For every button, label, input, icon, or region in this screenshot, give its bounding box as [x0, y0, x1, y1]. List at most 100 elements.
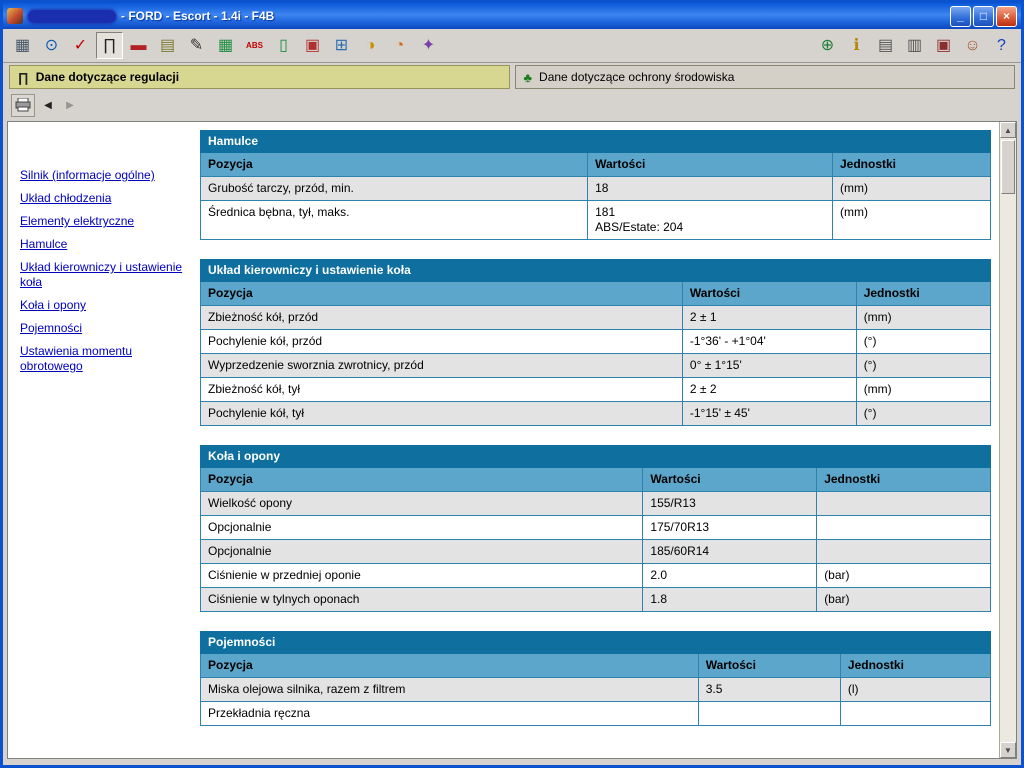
info-button[interactable]: ℹ: [843, 32, 870, 59]
table-cell: (bar): [817, 564, 991, 588]
sidebar-item-4[interactable]: Układ kierowniczy i ustawienie koła: [20, 260, 188, 290]
monitor-icon: ▣: [305, 38, 320, 54]
column-header: Jednostki: [856, 282, 990, 306]
checklist-button[interactable]: ✓: [67, 32, 94, 59]
main-content: Silnik (informacje ogólne) Układ chłodzen…: [7, 121, 1017, 759]
globe-button[interactable]: ⊕: [814, 32, 841, 59]
table-cell: 155/R13: [643, 492, 817, 516]
table-cell: 18: [588, 177, 833, 201]
scroll-up-button[interactable]: ▲: [1000, 122, 1016, 138]
sidebar-item-5[interactable]: Koła i opony: [20, 298, 188, 313]
vertical-scrollbar[interactable]: ▲ ▼: [999, 122, 1016, 758]
abs-button[interactable]: ABS: [241, 32, 268, 59]
minimize-button[interactable]: _: [950, 6, 971, 27]
toolbar-left-group: ▦⊙✓∏▬▤✎▦ABS▯▣⊞◑◔✦: [9, 32, 442, 59]
table-cell: 2 ± 2: [682, 378, 856, 402]
table-cell: 185/60R14: [643, 540, 817, 564]
scroll-up-icon: ▲: [1004, 126, 1012, 135]
print-button[interactable]: [11, 94, 35, 117]
sidebar-item-2[interactable]: Elementy elektryczne: [20, 214, 188, 229]
nav-forward-button[interactable]: ▶: [61, 95, 79, 115]
table-cell: Miska olejowa silnika, razem z filtrem: [201, 678, 699, 702]
column-header: Jednostki: [840, 654, 990, 678]
table-cell: -1°15' ± 45': [682, 402, 856, 426]
table-cell: Wielkość opony: [201, 492, 643, 516]
table-title-row: Układ kierowniczy i ustawienie koła: [201, 260, 991, 282]
diagram-button[interactable]: ▦: [212, 32, 239, 59]
table-cell: (°): [856, 402, 990, 426]
table-row: Opcjonalnie175/70R13: [201, 516, 991, 540]
gauge-button[interactable]: ◔: [386, 32, 413, 59]
ruler-button[interactable]: ▤: [154, 32, 181, 59]
table-cell: Ciśnienie w przedniej oponie: [201, 564, 643, 588]
table-cell: Wyprzedzenie sworznia zwrotnicy, przód: [201, 354, 683, 378]
gauge-icon: ◔: [395, 38, 405, 54]
app-icon: [7, 8, 23, 24]
tab-bar: ∏ Dane dotyczące regulacji ♣ Dane dotycz…: [3, 63, 1021, 91]
windows-icon: ⊞: [335, 38, 348, 54]
notes-button[interactable]: ▤: [872, 32, 899, 59]
table-row: Przekładnia ręczna: [201, 702, 991, 726]
tab-environment-data[interactable]: ♣ Dane dotyczące ochrony środowiska: [515, 65, 1016, 89]
sidebar-item-0[interactable]: Silnik (informacje ogólne): [20, 168, 188, 183]
help-button[interactable]: ?: [988, 32, 1015, 59]
sidebar-item-6[interactable]: Pojemności: [20, 321, 188, 336]
ignition-button[interactable]: ✦: [415, 32, 442, 59]
table-row: Ciśnienie w tylnych oponach1.8(bar): [201, 588, 991, 612]
vehicle-selection-button[interactable]: ▦: [9, 32, 36, 59]
data-table-2: Koła i oponyPozycjaWartościJednostkiWiel…: [200, 445, 991, 612]
checklist-icon: ✓: [74, 38, 87, 54]
nav-back-button[interactable]: ◀: [39, 95, 57, 115]
monitor-button[interactable]: ▣: [299, 32, 326, 59]
sidebar-item-7[interactable]: Ustawienia momentu obrotowego: [20, 344, 188, 374]
table-row: Zbieżność kół, tył2 ± 2(mm): [201, 378, 991, 402]
table-cell: 181 ABS/Estate: 204: [588, 201, 833, 240]
windows-button[interactable]: ⊞: [328, 32, 355, 59]
wheel-icon: ◑: [366, 38, 376, 54]
column-header: Wartości: [682, 282, 856, 306]
sidebar-item-3[interactable]: Hamulce: [20, 237, 188, 252]
table-cell: Zbieżność kół, tył: [201, 378, 683, 402]
save-button[interactable]: ▣: [930, 32, 957, 59]
scrollbar-thumb[interactable]: [1001, 140, 1015, 194]
pencil-button[interactable]: ✎: [183, 32, 210, 59]
tab-environment-label: Dane dotyczące ochrony środowiska: [539, 70, 734, 84]
table-row: Opcjonalnie185/60R14: [201, 540, 991, 564]
scrollbar-track[interactable]: [1000, 138, 1016, 742]
user-button[interactable]: ☺: [959, 32, 986, 59]
table-cell: [817, 492, 991, 516]
table-header-row: PozycjaWartościJednostki: [201, 654, 991, 678]
globe-icon: ⊕: [821, 38, 834, 54]
door-panel-button[interactable]: ▯: [270, 32, 297, 59]
table-cell: (l): [840, 678, 990, 702]
sidebar-item-1[interactable]: Układ chłodzenia: [20, 191, 188, 206]
table-title-row: Hamulce: [201, 131, 991, 153]
wheel-button[interactable]: ◑: [357, 32, 384, 59]
table-cell: 3.5: [698, 678, 840, 702]
table-row: Ciśnienie w przedniej oponie2.0(bar): [201, 564, 991, 588]
table-title: Koła i opony: [201, 446, 991, 468]
window-controls: _□×: [950, 6, 1017, 27]
table-cell: [840, 702, 990, 726]
calipers-button[interactable]: ∏: [96, 32, 123, 59]
close-button[interactable]: ×: [996, 6, 1017, 27]
forward-arrow-icon: ▶: [66, 100, 74, 111]
search-button[interactable]: ⊙: [38, 32, 65, 59]
scroll-down-button[interactable]: ▼: [1000, 742, 1016, 758]
maximize-button[interactable]: □: [973, 6, 994, 27]
tab-regulation-label: Dane dotyczące regulacji: [36, 70, 179, 84]
book-button[interactable]: ▥: [901, 32, 928, 59]
data-table-0: HamulcePozycjaWartościJednostkiGrubość t…: [200, 130, 991, 240]
table-cell: Przekładnia ręczna: [201, 702, 699, 726]
table-cell: (bar): [817, 588, 991, 612]
table-cell: [698, 702, 840, 726]
abs-icon: ABS: [246, 38, 263, 54]
application-window: - FORD - Escort - 1.4i - F4B _□× ▦⊙✓∏▬▤✎…: [0, 0, 1024, 768]
table-header-row: PozycjaWartościJednostki: [201, 153, 991, 177]
table-cell: Grubość tarczy, przód, min.: [201, 177, 588, 201]
toolbox-button[interactable]: ▬: [125, 32, 152, 59]
tab-regulation-data[interactable]: ∏ Dane dotyczące regulacji: [9, 65, 510, 89]
column-header: Pozycja: [201, 282, 683, 306]
door-panel-icon: ▯: [279, 38, 288, 54]
table-header-row: PozycjaWartościJednostki: [201, 468, 991, 492]
